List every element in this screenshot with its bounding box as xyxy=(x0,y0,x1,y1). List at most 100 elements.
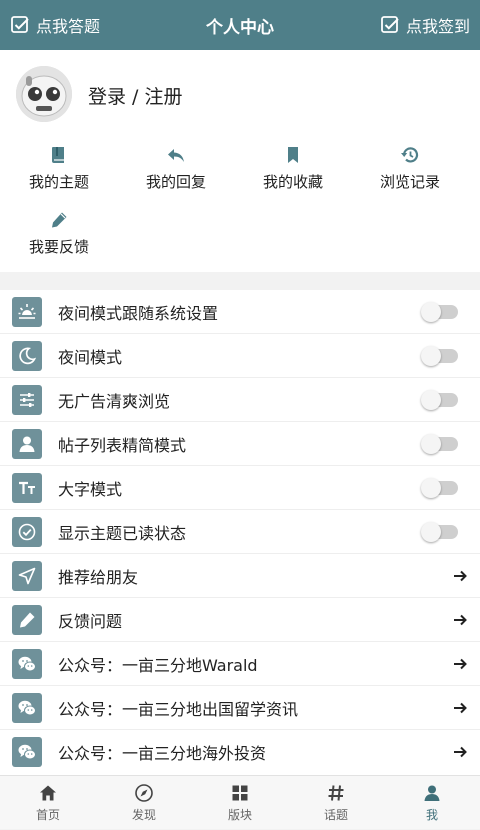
quick-link-label: 我的回复 xyxy=(145,173,206,191)
grid-icon xyxy=(232,785,248,801)
setting-label: 帖子列表精简模式 xyxy=(58,435,187,455)
large-text-toggle[interactable] xyxy=(421,477,458,498)
quick-link-label: 我要反馈 xyxy=(28,238,89,256)
browse-history-link[interactable]: 浏览记录 xyxy=(360,145,460,192)
toggle-knob xyxy=(421,433,441,454)
arrow-right-icon xyxy=(454,614,467,625)
setting-label: 公众号：一亩三分地Warald xyxy=(58,655,258,675)
wechat-icon xyxy=(18,700,36,715)
setting-label: 推荐给朋友 xyxy=(58,567,139,587)
arrow-right-icon xyxy=(454,658,467,669)
tab-discover[interactable]: 发现 xyxy=(96,776,192,830)
arrow-right-icon xyxy=(454,570,467,581)
quick-link-label: 浏览记录 xyxy=(379,173,440,191)
setting-icon-box xyxy=(12,516,42,547)
setting-icon-box xyxy=(12,648,42,679)
setting-icon-box xyxy=(12,340,42,371)
wechat-icon xyxy=(18,656,36,671)
toggle-knob xyxy=(421,521,441,542)
user-icon xyxy=(424,785,440,801)
compact-list-toggle[interactable] xyxy=(421,433,458,454)
quiz-button[interactable]: 点我答题 xyxy=(10,13,100,37)
checkin-button-label: 点我签到 xyxy=(405,17,470,36)
setting-row-night-mode[interactable]: 夜间模式 xyxy=(0,334,480,378)
setting-icon-box xyxy=(12,560,42,591)
my-favorites-link[interactable]: 我的收藏 xyxy=(243,145,343,192)
robot-avatar-icon xyxy=(16,66,72,122)
setting-label: 公众号：一亩三分地海外投资 xyxy=(58,744,267,763)
settings-list: 夜间模式跟随系统设置 夜间模式 无广告清爽浏览 帖子列表精简模式 大字模式 显示… xyxy=(0,290,480,775)
tab-label: 话题 xyxy=(323,808,348,822)
setting-row-wechat-investment[interactable]: 公众号：一亩三分地海外投资 xyxy=(0,730,480,774)
checkbox-icon xyxy=(381,16,399,33)
check-circle-icon xyxy=(18,523,36,540)
setting-label: 大字模式 xyxy=(58,479,123,499)
book-icon xyxy=(52,147,64,163)
tab-topics[interactable]: 话题 xyxy=(288,776,384,830)
history-icon xyxy=(401,147,419,163)
quiz-button-label: 点我答题 xyxy=(36,17,101,36)
text-size-icon xyxy=(19,481,35,494)
person-icon xyxy=(19,436,35,452)
avatar[interactable] xyxy=(16,66,72,122)
setting-icon-box xyxy=(12,428,42,459)
tab-label: 发现 xyxy=(131,808,156,822)
pencil-icon xyxy=(52,212,67,228)
tab-forums[interactable]: 版块 xyxy=(192,776,288,830)
bookmark-icon xyxy=(288,147,298,163)
setting-row-recommend[interactable]: 推荐给朋友 xyxy=(0,554,480,598)
setting-icon-box xyxy=(12,296,42,327)
setting-row-compact-list[interactable]: 帖子列表精简模式 xyxy=(0,422,480,466)
checkin-button[interactable]: 点我签到 xyxy=(380,13,470,37)
reply-icon xyxy=(168,149,184,162)
setting-icon-box xyxy=(12,692,42,723)
sunrise-icon xyxy=(18,303,36,319)
tab-label: 首页 xyxy=(35,808,60,822)
quick-link-label: 我的收藏 xyxy=(262,173,323,191)
tab-home[interactable]: 首页 xyxy=(0,776,96,830)
setting-label: 夜间模式 xyxy=(58,347,123,367)
send-icon xyxy=(18,567,36,584)
setting-row-feedback[interactable]: 反馈问题 xyxy=(0,598,480,642)
night-mode-toggle[interactable] xyxy=(421,345,458,366)
hashtag-icon xyxy=(328,785,344,801)
setting-row-read-status[interactable]: 显示主题已读状态 xyxy=(0,510,480,554)
tab-me[interactable]: 我 xyxy=(384,776,480,830)
setting-icon-box xyxy=(12,472,42,503)
setting-icon-box xyxy=(12,737,42,767)
setting-label: 无广告清爽浏览 xyxy=(58,391,171,411)
top-bar: 点我答题 个人中心 点我签到 xyxy=(0,0,480,50)
setting-row-wechat-study-abroad[interactable]: 公众号：一亩三分地出国留学资讯 xyxy=(0,686,480,730)
setting-label: 显示主题已读状态 xyxy=(58,523,187,543)
my-topics-link[interactable]: 我的主题 xyxy=(9,145,109,192)
setting-icon-box xyxy=(12,384,42,415)
compass-icon xyxy=(135,784,153,802)
quick-link-label: 我的主题 xyxy=(28,173,89,191)
setting-row-large-text[interactable]: 大字模式 xyxy=(0,466,480,510)
setting-label: 夜间模式跟随系统设置 xyxy=(58,303,219,323)
checkbox-icon xyxy=(11,16,29,33)
no-ads-toggle[interactable] xyxy=(421,389,458,410)
arrow-right-icon xyxy=(454,702,467,713)
setting-icon-box xyxy=(12,604,42,635)
login-register-link[interactable]: 登录 / 注册 xyxy=(88,82,182,109)
setting-row-no-ads[interactable]: 无广告清爽浏览 xyxy=(0,378,480,422)
night-follow-system-toggle[interactable] xyxy=(421,301,458,322)
arrow-right-icon xyxy=(454,746,467,758)
pencil-icon xyxy=(20,612,35,627)
home-icon xyxy=(40,785,56,801)
feedback-link[interactable]: 我要反馈 xyxy=(9,210,109,257)
setting-row-night-follow-system[interactable]: 夜间模式跟随系统设置 xyxy=(0,290,480,334)
wechat-icon xyxy=(18,744,36,760)
setting-label: 反馈问题 xyxy=(58,611,123,631)
toggle-knob xyxy=(421,389,441,410)
sliders-icon xyxy=(20,392,34,407)
my-replies-link[interactable]: 我的回复 xyxy=(126,145,226,192)
bottom-tab-bar: 首页 发现 版块 话题 我 xyxy=(0,775,480,829)
tab-label: 版块 xyxy=(227,808,252,822)
toggle-knob xyxy=(421,477,441,498)
moon-icon xyxy=(19,347,37,364)
read-status-toggle[interactable] xyxy=(421,521,458,542)
setting-row-wechat-warald[interactable]: 公众号：一亩三分地Warald xyxy=(0,642,480,686)
profile-card: 登录 / 注册 我的主题 我的回复 我的收藏 浏览记录 我要反馈 xyxy=(0,50,480,272)
